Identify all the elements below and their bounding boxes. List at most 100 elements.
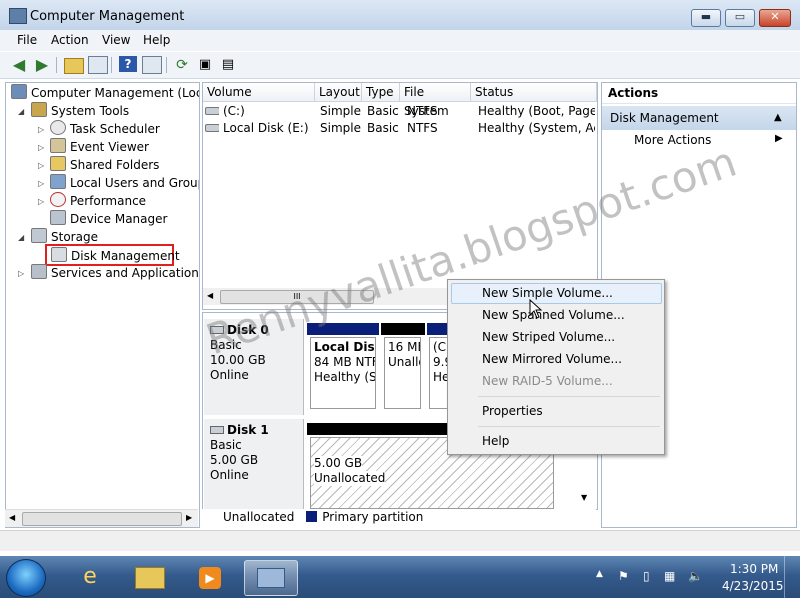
collapsed-arrow-icon[interactable]: ▷: [38, 125, 44, 134]
partition-bar: [381, 323, 425, 335]
scroll-right-icon[interactable]: ▶: [186, 513, 192, 522]
event-viewer-icon: [50, 138, 66, 153]
table-cell[interactable]: (C:): [223, 103, 313, 120]
battery-icon[interactable]: ▯: [643, 569, 650, 583]
menu-help-item[interactable]: Help: [482, 431, 509, 451]
start-button[interactable]: [6, 559, 46, 597]
tree-item-local-users[interactable]: Local Users and Groups: [50, 174, 199, 192]
close-button[interactable]: ✕: [759, 9, 791, 27]
tree-horizontal-scrollbar[interactable]: ◀ ▶: [5, 509, 198, 527]
menu-file[interactable]: File: [17, 33, 37, 47]
column-header-file-system[interactable]: File System: [400, 83, 471, 118]
toolbar-separator: [166, 57, 167, 73]
menu-new-mirrored-volume[interactable]: New Mirrored Volume...: [482, 349, 622, 369]
show-hidden-icons-icon[interactable]: ▲: [596, 569, 603, 579]
actions-section-disk-management[interactable]: Disk Management ▲: [602, 106, 796, 130]
tree-item-services[interactable]: Services and Applications: [31, 264, 200, 282]
column-header-volume[interactable]: Volume: [203, 83, 315, 102]
more-actions-label: More Actions: [634, 133, 712, 147]
tree-item-event-viewer[interactable]: Event Viewer: [50, 138, 149, 156]
clock-date[interactable]: 4/23/2015: [722, 579, 784, 593]
menu-help[interactable]: Help: [143, 33, 170, 47]
tree-item-device-manager[interactable]: Device Manager: [50, 210, 167, 228]
maximize-button[interactable]: ▭: [725, 9, 755, 27]
collapsed-arrow-icon[interactable]: ▷: [38, 161, 44, 170]
partition-size: 5.00 GB: [314, 456, 363, 471]
tree-item-root[interactable]: Computer Management (Local: [11, 84, 199, 102]
tools-icon: [31, 102, 47, 117]
legend-primary: Primary partition: [322, 510, 424, 524]
scroll-thumb[interactable]: [22, 512, 182, 526]
toolbar-separator: [111, 57, 112, 73]
table-cell[interactable]: Local Disk (E:): [223, 120, 313, 137]
partition-system-reserved[interactable]: Local Disk 84 MB NTF Healthy (Sy: [310, 337, 376, 409]
more-actions[interactable]: More Actions: [634, 133, 711, 147]
column-header-layout[interactable]: Layout: [315, 83, 362, 102]
forward-arrow-icon[interactable]: ▶: [33, 56, 51, 74]
column-header-type[interactable]: Type: [362, 83, 400, 102]
tree-label: Shared Folders: [70, 158, 160, 172]
tree-item-shared-folders[interactable]: Shared Folders: [50, 156, 159, 174]
collapsed-arrow-icon[interactable]: ▷: [38, 179, 44, 188]
refresh-icon[interactable]: ⟳: [173, 56, 191, 74]
mouse-cursor-icon: [529, 299, 543, 319]
scroll-left-icon[interactable]: ◀: [207, 291, 213, 300]
tree-item-disk-management[interactable]: Disk Management: [45, 244, 180, 266]
console-tree: Computer Management (Local ◢ System Tool…: [5, 82, 200, 528]
up-folder-icon[interactable]: [64, 58, 84, 74]
computer-management-taskbar-icon[interactable]: [244, 560, 298, 596]
minimize-button[interactable]: ▬: [691, 9, 721, 27]
menu-new-striped-volume[interactable]: New Striped Volume...: [482, 327, 615, 347]
menu-separator: [478, 396, 660, 397]
status-bar: [0, 530, 800, 551]
file-explorer-icon[interactable]: [124, 560, 176, 594]
disk-state: Online: [210, 468, 249, 482]
menu-properties[interactable]: Properties: [482, 401, 543, 421]
tree-item-system-tools[interactable]: System Tools: [31, 102, 129, 120]
action-center-flag-icon[interactable]: ⚑: [618, 569, 629, 583]
show-hide-action-pane-icon[interactable]: [142, 56, 162, 74]
partition-unallocated-small[interactable]: 16 ME Unallo: [384, 337, 421, 409]
disk-0-label[interactable]: Disk 0 Basic 10.00 GB Online: [204, 319, 304, 415]
menu-new-simple-volume[interactable]: New Simple Volume...: [482, 283, 613, 303]
menu-view[interactable]: View: [102, 33, 130, 47]
disk-icon: [210, 426, 224, 434]
menu-separator: [478, 426, 660, 427]
collapsed-arrow-icon[interactable]: ▷: [38, 197, 44, 206]
context-menu: New Simple Volume... New Spanned Volume.…: [447, 279, 665, 455]
services-icon: [31, 264, 47, 279]
clock-time[interactable]: 1:30 PM: [730, 562, 778, 576]
show-hide-tree-icon[interactable]: [88, 56, 108, 74]
internet-explorer-icon[interactable]: e: [64, 560, 116, 594]
volume-icon[interactable]: 🔈: [688, 569, 703, 583]
partition-status: Healthy (Sy: [314, 370, 376, 384]
expanded-arrow-icon[interactable]: ◢: [18, 233, 24, 242]
properties-icon[interactable]: ▣: [196, 56, 214, 74]
disk-icon[interactable]: ▤: [219, 56, 237, 74]
tree-label: Event Viewer: [70, 140, 149, 154]
computer-icon: [11, 84, 27, 99]
menu-action[interactable]: Action: [51, 33, 89, 47]
back-arrow-icon[interactable]: ◀: [10, 56, 28, 74]
scroll-thumb[interactable]: III: [220, 290, 374, 304]
help-icon[interactable]: ?: [119, 56, 137, 72]
tree-item-task-scheduler[interactable]: Task Scheduler: [50, 120, 160, 138]
submenu-arrow-icon[interactable]: ▶: [775, 133, 783, 144]
disk-1-label[interactable]: Disk 1 Basic 5.00 GB Online: [204, 419, 304, 509]
collapsed-arrow-icon[interactable]: ▷: [38, 143, 44, 152]
network-icon[interactable]: ▦: [664, 569, 675, 583]
scroll-down-icon[interactable]: ▼: [581, 493, 587, 502]
tree-item-performance[interactable]: Performance: [50, 192, 146, 210]
media-player-icon[interactable]: ▶: [184, 560, 236, 594]
scroll-left-icon[interactable]: ◀: [9, 513, 15, 522]
show-desktop-button[interactable]: [784, 556, 800, 598]
expanded-arrow-icon[interactable]: ◢: [18, 107, 24, 116]
menu-new-spanned-volume[interactable]: New Spanned Volume...: [482, 305, 625, 325]
partition-label: Local Disk: [314, 340, 376, 354]
tree-label: Disk Management: [71, 249, 180, 263]
collapsed-arrow-icon[interactable]: ▷: [18, 269, 24, 278]
partition-bar: [307, 323, 379, 335]
collapse-arrow-icon[interactable]: ▲: [774, 106, 782, 130]
column-header-status[interactable]: Status: [471, 83, 597, 102]
tree-label: Services and Applications: [51, 266, 200, 280]
